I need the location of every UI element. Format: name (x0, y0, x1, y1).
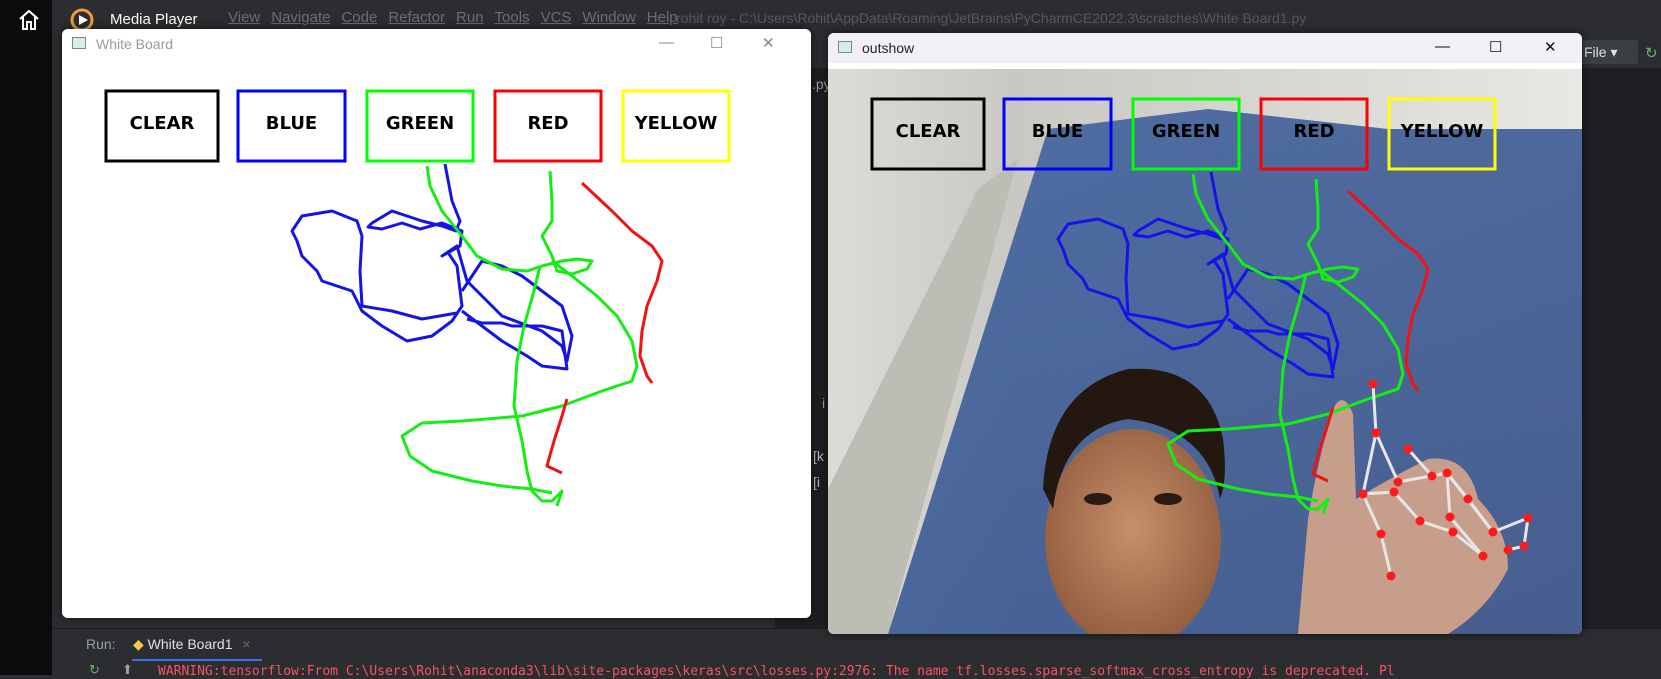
hand-landmark (1368, 379, 1378, 389)
hand-landmark (1403, 444, 1413, 454)
hand-landmark (1427, 471, 1437, 481)
blue-button[interactable]: BLUE (236, 89, 347, 163)
file-dropdown-button[interactable]: File ▾ (1578, 40, 1638, 64)
hand-landmark (1376, 529, 1386, 539)
hand-landmark (1488, 527, 1498, 537)
green-button[interactable]: GREEN (365, 89, 475, 163)
button-label: GREEN (386, 113, 454, 134)
run-tab[interactable]: ◆ White Board1 × (133, 636, 251, 653)
minimize-icon[interactable]: — (1435, 38, 1450, 55)
hand-landmark (1523, 513, 1533, 523)
yellow-button[interactable]: YELLOW (621, 89, 731, 163)
maximize-icon[interactable]: ☐ (710, 34, 723, 52)
person-eye (1154, 493, 1182, 505)
person-eye (1084, 493, 1112, 505)
hand-bone (1362, 490, 1395, 496)
button-label: CLEAR (130, 113, 195, 134)
hand-landmark (1442, 468, 1452, 478)
close-icon[interactable]: ✕ (1544, 38, 1557, 56)
window-app-icon (72, 37, 86, 49)
hand-landmark (1358, 489, 1368, 499)
maximize-icon[interactable]: ☐ (1489, 38, 1502, 56)
whiteboard-title: White Board (96, 36, 174, 52)
hand-landmark (1519, 541, 1529, 551)
button-label: BLUE (1032, 121, 1083, 142)
hand-landmark (1478, 551, 1488, 561)
run-tab-underline (132, 659, 262, 661)
ide-menu-item[interactable]: View (228, 9, 260, 26)
code-fragment: i (822, 395, 826, 411)
button-label: BLUE (266, 113, 317, 134)
close-icon[interactable]: × (242, 636, 250, 652)
camera-feed: CLEAR BLUE GREEN RED YELLOW (828, 69, 1582, 634)
window-app-icon (838, 41, 852, 53)
ide-menu-item[interactable]: Refactor (388, 9, 445, 26)
button-label: CLEAR (896, 121, 961, 142)
outshow-titlebar[interactable]: outshow — ☐ ✕ (828, 33, 1582, 63)
console-warning: WARNING:tensorflow:From C:\Users\Rohit\a… (158, 664, 1395, 679)
red-button[interactable]: RED (493, 89, 603, 163)
ide-menu-item[interactable]: Run (456, 9, 484, 26)
outshow-window[interactable]: outshow — ☐ ✕ CLEAR BLUE GREEN RED YELLO… (828, 33, 1582, 634)
minimize-icon[interactable]: — (659, 34, 674, 51)
button-label: YELLOW (1400, 121, 1484, 142)
outshow-title: outshow (862, 40, 915, 56)
clear-button[interactable]: CLEAR (104, 89, 220, 163)
button-label: RED (527, 113, 568, 134)
home-icon[interactable] (17, 8, 41, 32)
whiteboard-window[interactable]: White Board — ☐ ✕ CLEAR BLUE GREEN RED YELLO… (62, 29, 811, 618)
hand-landmark (1503, 545, 1513, 555)
whiteboard-canvas[interactable]: CLEAR BLUE GREEN RED YELLOW (62, 61, 811, 618)
close-icon[interactable]: ✕ (762, 34, 775, 52)
ide-menu-item[interactable]: Help (647, 9, 678, 26)
hand-landmark (1445, 512, 1455, 522)
whiteboard-titlebar[interactable]: White Board — ☐ ✕ (62, 29, 811, 59)
hand-landmark (1389, 487, 1399, 497)
button-label: GREEN (1152, 121, 1220, 142)
ide-menu-bar: View Navigate Code Refactor Run Tools VCS Windo… (228, 9, 689, 26)
media-player-title: Media Player (110, 11, 198, 28)
button-label: RED (1293, 121, 1334, 142)
button-label: YELLOW (634, 113, 718, 134)
ide-file-path: rohit roy - C:\Users\Rohit\AppData\Roami… (676, 10, 1307, 26)
run-tab-label: White Board1 (147, 636, 233, 652)
rerun-icon[interactable]: ↻ (89, 662, 100, 678)
chevron-down-icon: ▾ (1610, 44, 1618, 60)
refresh-icon[interactable]: ↻ (1645, 44, 1658, 62)
hand-landmark (1386, 571, 1396, 581)
python-icon: ◆ (133, 636, 144, 652)
ide-menu-item[interactable]: Navigate (271, 9, 330, 26)
output-fragment: [i (813, 474, 820, 490)
hand-landmark (1371, 428, 1381, 438)
run-label: Run: (86, 636, 116, 652)
ide-menu-item[interactable]: Tools (495, 9, 530, 26)
output-fragment: [k (813, 448, 824, 464)
hand-landmark (1463, 494, 1473, 504)
hand-landmark (1448, 527, 1458, 537)
up-arrow-icon[interactable]: ⬆ (122, 662, 133, 678)
hand-landmark (1415, 516, 1425, 526)
left-taskbar (0, 0, 52, 675)
ide-menu-item[interactable]: Code (341, 9, 377, 26)
ide-menu-item[interactable]: VCS (541, 9, 572, 26)
file-button-label: File (1584, 44, 1607, 60)
ide-menu-item[interactable]: Window (582, 9, 635, 26)
hand-landmark (1393, 477, 1403, 487)
